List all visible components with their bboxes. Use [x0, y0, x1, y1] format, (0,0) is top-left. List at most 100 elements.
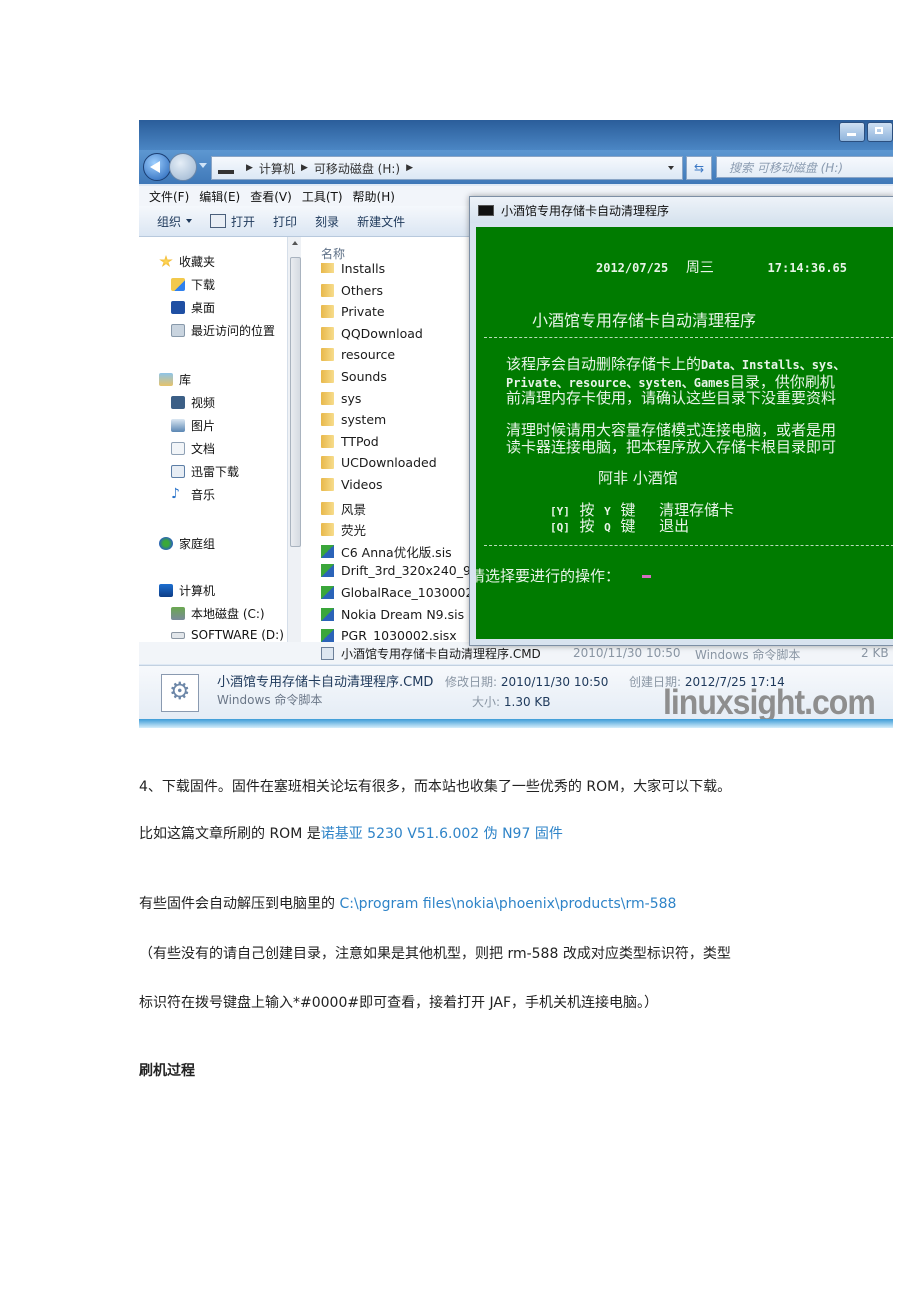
chevron-right-icon: ▶: [300, 163, 308, 173]
file-row[interactable]: Drift_3rd_320x240_9C: [321, 563, 480, 578]
organize-button[interactable]: 组织: [157, 213, 193, 230]
nav-pictures[interactable]: 图片: [171, 417, 215, 434]
menu-tools[interactable]: 工具(T): [302, 188, 343, 205]
sis-package-icon: [321, 629, 334, 643]
paragraph-extract-path: 有些固件会自动解压到电脑里的 C:\program files\nokia\ph…: [139, 893, 676, 913]
file-row[interactable]: Others: [321, 283, 383, 298]
file-name: C6 Anna优化版.sis: [341, 544, 452, 560]
file-row[interactable]: 风景: [321, 499, 366, 518]
scroll-up-icon[interactable]: [292, 241, 298, 245]
file-row[interactable]: Sounds: [321, 369, 387, 384]
music-icon: ♪: [171, 486, 180, 502]
nav-music[interactable]: ♪ 音乐: [171, 486, 215, 503]
nav-downloads[interactable]: 下载: [171, 276, 215, 293]
nav-label: 迅雷下载: [191, 465, 240, 479]
print-label: 打印: [273, 214, 298, 229]
folder-icon: [321, 283, 334, 297]
details-file-name: 小酒馆专用存储卡自动清理程序.CMD: [217, 675, 434, 690]
folder-icon: [321, 370, 334, 383]
file-name: UCDownloaded: [341, 455, 437, 471]
back-button[interactable]: [143, 153, 171, 181]
nav-drive-c[interactable]: 本地磁盘 (C:): [171, 605, 265, 622]
nav-videos[interactable]: 视频: [171, 394, 215, 411]
console-datetime: 2012/07/25 周三 17:14:36.65: [596, 257, 847, 277]
text-cursor: [642, 575, 652, 578]
file-name: 荧光: [341, 523, 367, 539]
folder-icon: [321, 263, 334, 273]
folder-icon: [321, 305, 334, 319]
folder-icon: [321, 523, 334, 537]
menu-help[interactable]: 帮助(H): [353, 188, 395, 205]
history-dropdown-icon[interactable]: [199, 163, 207, 168]
refresh-button[interactable]: ⇆: [686, 156, 712, 180]
modified-value: 2010/11/30 10:50: [500, 675, 609, 689]
file-row[interactable]: GlobalRace_1030002: [321, 585, 473, 600]
organize-label: 组织: [157, 214, 182, 229]
nav-scrollbar[interactable]: [287, 237, 302, 663]
file-name: GlobalRace_1030002: [341, 585, 474, 600]
nav-label: 库: [179, 373, 192, 387]
file-row[interactable]: resource: [321, 347, 395, 362]
breadcrumb-drive-h[interactable]: 可移动磁盘 (H:): [314, 160, 400, 177]
file-row[interactable]: 荧光: [321, 520, 366, 539]
nav-homegroup[interactable]: 家庭组: [159, 535, 215, 552]
file-row[interactable]: system: [321, 412, 386, 427]
file-row[interactable]: sys: [321, 391, 361, 406]
file-date: 2010/11/30 10:50: [573, 646, 681, 660]
nav-computer[interactable]: 计算机: [159, 582, 215, 599]
path-link[interactable]: C:\program files\nokia\phoenix\products\…: [339, 896, 676, 912]
maximize-button[interactable]: [867, 122, 893, 142]
nav-drive-d[interactable]: SOFTWARE (D:): [171, 628, 284, 642]
nav-favorites[interactable]: 收藏夹: [159, 253, 215, 270]
search-input[interactable]: 搜索 可移动磁盘 (H:): [716, 156, 893, 178]
file-name: Others: [341, 282, 384, 298]
nav-thunder[interactable]: 迅雷下载: [171, 463, 239, 480]
file-name: 小酒馆专用存储卡自动清理程序.CMD: [341, 647, 541, 661]
console-date: 2012/07/25: [596, 261, 669, 275]
window-bottom-edge: [139, 719, 893, 728]
file-row[interactable]: Nokia Dream N9.sis: [321, 607, 464, 622]
nav-recent[interactable]: 最近访问的位置: [171, 322, 275, 339]
firmware-link[interactable]: 诺基亚 5230 V51.6.002 伪 N97 固件: [321, 826, 563, 842]
burn-button[interactable]: 刻录: [315, 213, 339, 230]
console-desc-line3: 前清理内存卡使用，请确认这些目录下没重要资料: [506, 389, 837, 407]
file-row[interactable]: UCDownloaded: [321, 455, 437, 470]
file-name: resource: [341, 347, 396, 363]
menu-edit[interactable]: 编辑(E): [199, 188, 240, 205]
breadcrumb-computer[interactable]: 计算机: [259, 160, 295, 177]
file-row[interactable]: TTPod: [321, 434, 379, 449]
nav-libraries[interactable]: 库: [159, 371, 191, 388]
paragraph-download-firmware: 4、下载固件。固件在塞班相关论坛有很多，而本站也收集了一些优秀的 ROM，大家可…: [139, 779, 732, 795]
address-dropdown-icon[interactable]: [668, 166, 674, 170]
menu-file[interactable]: 文件(F): [149, 188, 189, 205]
file-row[interactable]: Installs: [321, 263, 385, 273]
paragraph-rom-example: 比如这篇文章所刷的 ROM 是诺基亚 5230 V51.6.002 伪 N97 …: [139, 823, 563, 843]
system-drive-icon: [171, 607, 185, 620]
file-row[interactable]: Private: [321, 304, 385, 319]
file-row[interactable]: C6 Anna优化版.sis: [321, 542, 452, 561]
menu-view[interactable]: 查看(V): [250, 188, 292, 205]
scroll-thumb[interactable]: [290, 257, 301, 547]
folder-icon: [321, 348, 334, 362]
new-folder-button[interactable]: 新建文件: [357, 213, 405, 230]
address-bar[interactable]: ▶ 计算机 ▶ 可移动磁盘 (H:) ▶: [211, 156, 683, 180]
nav-label: 本地磁盘 (C:): [191, 607, 265, 621]
explorer-titlebar: [139, 120, 893, 150]
minimize-button[interactable]: [839, 122, 865, 142]
file-row[interactable]: PGR_1030002.sisx: [321, 628, 457, 643]
nav-desktop[interactable]: 桌面: [171, 299, 215, 316]
size-value: 1.30 KB: [503, 695, 551, 709]
column-header-name[interactable]: 名称: [321, 245, 345, 262]
print-button[interactable]: 打印: [273, 213, 297, 230]
folder-icon: [321, 456, 334, 470]
nav-documents[interactable]: 文档: [171, 440, 215, 457]
forward-button[interactable]: [169, 153, 197, 181]
homegroup-icon: [159, 537, 173, 550]
file-row[interactable]: Videos: [321, 477, 383, 492]
console-title: 小酒馆专用存储卡自动清理程序: [501, 203, 670, 218]
folder-icon: [321, 478, 334, 491]
file-row[interactable]: QQDownload: [321, 326, 423, 341]
console-output[interactable]: 2012/07/25 周三 17:14:36.65 小酒馆专用存储卡自动清理程序…: [476, 227, 893, 639]
navigation-pane: 收藏夹 下载 桌面 最近访问的位置 库 视频 图片 文档 迅雷下载 ♪ 音乐 家庭…: [139, 237, 288, 665]
open-button[interactable]: 打开: [210, 213, 255, 230]
